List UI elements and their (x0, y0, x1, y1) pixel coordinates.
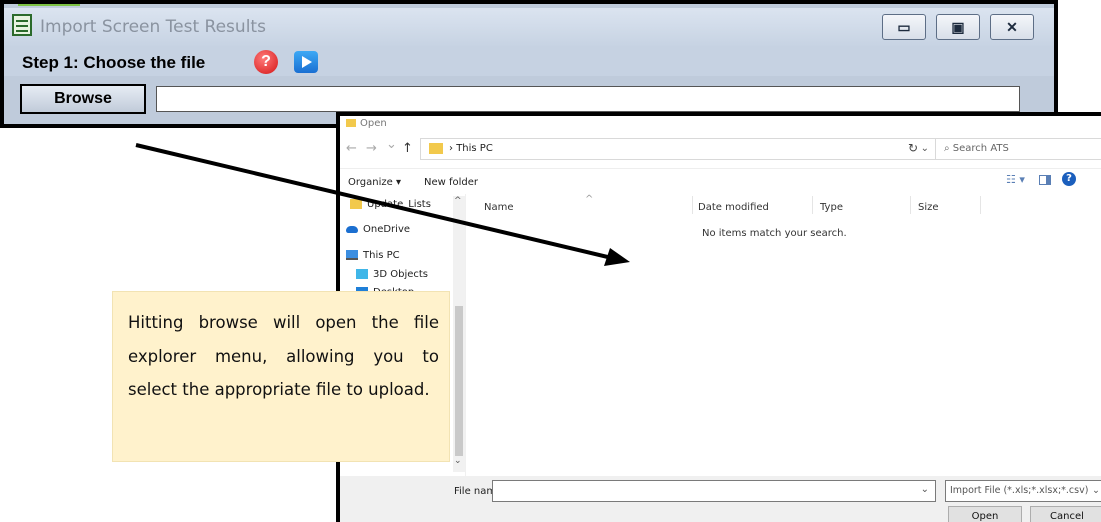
arrow-head (604, 248, 630, 266)
arrow-shaft (135, 143, 613, 260)
screenshot-stage: Import Screen Test Results ▭ ▣ ✕ Step 1:… (0, 0, 1101, 522)
instruction-callout: Hitting browse will open the file explor… (112, 291, 450, 462)
